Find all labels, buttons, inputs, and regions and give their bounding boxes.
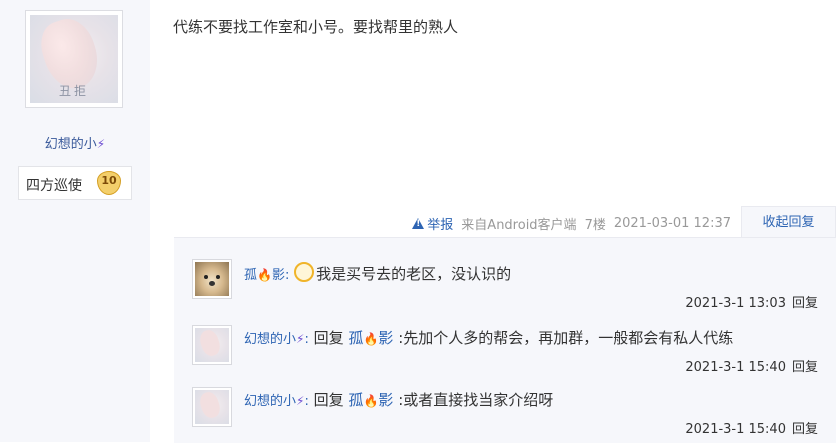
rank-name: 四方巡使 <box>26 178 82 194</box>
reply-line: 幻想的小⚡: 回复 孤🔥影 :或者直接找当家介绍呀 <box>244 389 553 410</box>
post-floor: 7楼 <box>584 218 606 233</box>
reply-time: 2021-3-1 15:40 <box>685 422 786 437</box>
flame-icon: 🔥 <box>363 394 379 408</box>
reply-separator: : <box>304 394 309 409</box>
reply-avatar[interactable] <box>192 259 232 299</box>
reply-avatar[interactable] <box>192 387 232 427</box>
reply-footer: 2021-3-1 15:40 回复 <box>685 418 818 437</box>
post-content: 代练不要找工作室和小号。要找帮里的熟人 <box>173 18 459 36</box>
post-time: 2021-03-01 12:37 <box>613 216 731 231</box>
warning-triangle-icon <box>412 218 425 229</box>
lightning-icon: ⚡ <box>96 137 106 151</box>
author-sidebar: 丑拒 幻想的小⚡ 四方巡使 10 <box>0 0 150 442</box>
author-username-text: 幻想的小 <box>44 137 97 152</box>
reply-text: :先加个人多的帮会，再加群，一般都会有私人代练 <box>398 329 734 347</box>
report-label: 举报 <box>427 218 454 233</box>
reply-button[interactable]: 回复 <box>792 422 818 437</box>
reply-footer: 2021-3-1 15:40 回复 <box>685 356 818 375</box>
reply-username[interactable]: 幻想的小⚡ <box>244 332 304 347</box>
avatar-watermark: 丑拒 <box>58 84 89 98</box>
reply-word: 回复 <box>313 329 344 347</box>
reply-target-user[interactable]: 孤🔥影 <box>348 329 393 347</box>
post-source: 来自Android客户端 <box>461 218 577 233</box>
reply-time: 2021-3-1 13:03 <box>685 296 786 311</box>
reply-separator: : <box>284 268 290 283</box>
post-meta: 举报 来自Android客户端 7楼 2021-03-01 12:37 <box>412 214 731 233</box>
reply-footer: 2021-3-1 13:03 回复 <box>685 292 818 311</box>
reply-time: 2021-3-1 15:40 <box>685 360 786 375</box>
flame-icon: 🔥 <box>363 332 379 346</box>
paw-avatar-image <box>195 390 229 424</box>
reply-line: 幻想的小⚡: 回复 孤🔥影 :先加个人多的帮会，再加群，一般都会有私人代练 <box>244 327 733 348</box>
collapse-replies-button[interactable]: 收起回复 <box>741 206 836 238</box>
emoji-bubble-icon <box>294 262 315 282</box>
flame-icon: 🔥 <box>257 268 272 282</box>
reply-target-user[interactable]: 孤🔥影 <box>348 391 393 409</box>
reply-button[interactable]: 回复 <box>792 360 818 375</box>
avatar-image: 丑拒 <box>30 15 118 103</box>
reply-avatar[interactable] <box>192 325 232 365</box>
rank-badge: 10 <box>97 171 121 195</box>
reply-button[interactable]: 回复 <box>792 296 818 311</box>
reply-list: 孤🔥影: 我是买号去的老区，没认识的 2021-3-1 13:03 回复 幻想的小… <box>174 237 836 443</box>
reply-line: 孤🔥影: 我是买号去的老区，没认识的 <box>244 262 511 284</box>
reply-text: 我是买号去的老区，没认识的 <box>316 265 512 283</box>
report-link[interactable]: 举报 <box>412 214 453 233</box>
author-avatar[interactable]: 丑拒 <box>25 10 123 108</box>
paw-avatar-image <box>195 328 229 362</box>
reply-username[interactable]: 幻想的小⚡ <box>244 394 304 409</box>
reply-text: :或者直接找当家介绍呀 <box>398 391 554 409</box>
dog-avatar-image <box>195 262 229 296</box>
rank-box: 四方巡使 10 <box>18 166 132 200</box>
rank-level: 10 <box>101 174 117 187</box>
reply-separator: : <box>304 332 309 347</box>
author-username[interactable]: 幻想的小⚡ <box>0 133 150 152</box>
reply-word: 回复 <box>313 391 344 409</box>
reply-username[interactable]: 孤🔥影 <box>244 268 285 283</box>
